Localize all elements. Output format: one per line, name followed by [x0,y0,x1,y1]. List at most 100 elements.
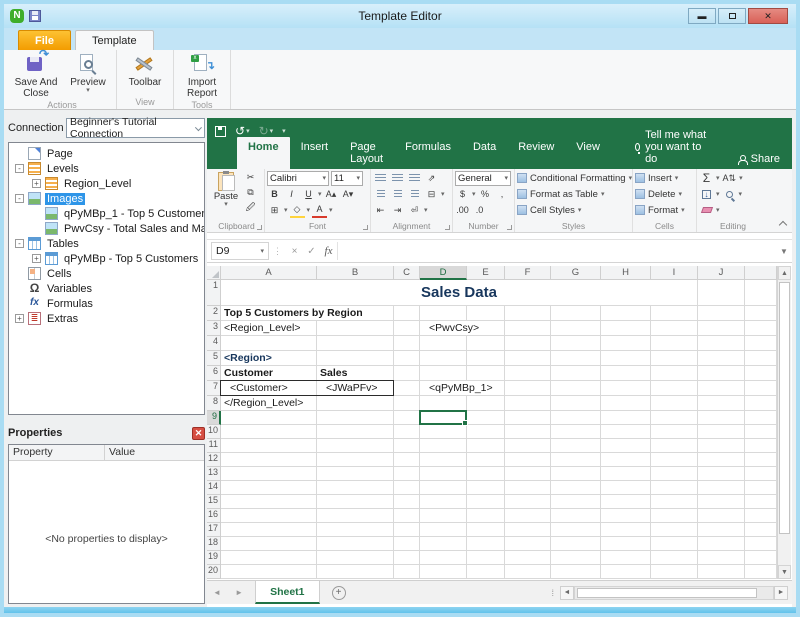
cell[interactable] [505,336,551,351]
cell[interactable] [698,481,745,495]
cell[interactable] [601,439,651,453]
excel-tab[interactable]: Formulas [394,137,462,169]
cell[interactable] [698,306,745,321]
align-left-icon[interactable] [373,187,388,202]
column-header-J[interactable]: J [698,266,745,280]
preview-dropdown-arrow[interactable]: ▾ [86,88,90,93]
cell[interactable] [551,306,601,321]
alignment-dialog-launcher[interactable] [445,225,450,230]
cell[interactable] [420,425,467,439]
cell[interactable] [551,565,601,579]
cell[interactable] [420,495,467,509]
cell[interactable] [505,495,551,509]
preview-button[interactable]: Preview ▾ [63,52,113,93]
share-button[interactable]: Share [726,149,792,169]
redo-button[interactable]: ↻ ▾ [259,124,274,138]
decrease-indent-icon[interactable]: ⇤ [373,203,388,218]
copy-icon[interactable]: ⧉ [243,185,258,200]
cell[interactable] [394,495,420,509]
cell[interactable] [745,481,777,495]
cell[interactable] [420,396,467,411]
column-header-partial[interactable] [745,266,777,280]
cell[interactable] [420,537,467,551]
cell[interactable] [745,537,777,551]
cell[interactable] [467,467,505,481]
clear-icon[interactable] [699,203,714,218]
cell[interactable] [221,481,317,495]
comma-style-icon[interactable]: , [495,187,510,202]
cell[interactable] [394,381,420,396]
cell[interactable] [394,336,420,351]
cell[interactable] [420,306,467,321]
cell[interactable] [651,551,698,565]
cell[interactable] [551,425,601,439]
tell-me-box[interactable]: Tell me what you want to do [625,125,726,169]
save-and-close-button[interactable]: Save And Close [11,52,61,99]
cell[interactable] [467,523,505,537]
cell[interactable] [394,551,420,565]
cell[interactable] [698,551,745,565]
cell[interactable] [745,509,777,523]
cell[interactable] [221,336,317,351]
cell[interactable] [651,523,698,537]
cell[interactable] [745,280,777,306]
expand-icon[interactable]: + [32,254,41,263]
cell[interactable] [551,509,601,523]
format-painter-icon[interactable]: 🖉 [243,200,258,215]
cell[interactable] [601,336,651,351]
excel-tab[interactable]: Review [507,137,565,169]
cell[interactable] [745,351,777,366]
cell[interactable] [601,481,651,495]
cell[interactable] [221,439,317,453]
increase-decimal-icon[interactable]: .00 [455,203,470,218]
align-bottom-icon[interactable] [407,171,422,186]
cell[interactable] [551,495,601,509]
tree-item-extras[interactable]: +≣Extras [9,311,204,326]
cell[interactable] [394,439,420,453]
column-header-I[interactable]: I [651,266,698,280]
cell[interactable] [505,481,551,495]
cell[interactable] [698,351,745,366]
italic-button[interactable]: I [284,187,299,202]
cell[interactable] [394,481,420,495]
cell-D3[interactable]: <PwvCsy> [420,321,505,336]
cell[interactable] [698,321,745,336]
cell[interactable] [317,411,394,425]
cell[interactable] [317,537,394,551]
cell[interactable] [317,551,394,565]
formula-bar-splitter[interactable]: ⋮ [269,246,286,257]
cell[interactable] [651,411,698,425]
cell[interactable] [745,336,777,351]
orientation-icon[interactable]: ⇗ [424,171,439,186]
cell[interactable] [745,411,777,425]
scroll-up-icon[interactable]: ▲ [778,266,791,280]
cell-A2[interactable]: Top 5 Customers by Region [221,306,394,321]
cell[interactable] [651,381,698,396]
cell[interactable] [505,537,551,551]
cell[interactable] [651,366,698,381]
sheet-tab-sheet1[interactable]: Sheet1 [255,581,319,604]
cell[interactable] [601,453,651,467]
cell[interactable] [651,495,698,509]
row-header-18[interactable]: 18 [207,537,221,551]
cell[interactable] [651,351,698,366]
cell[interactable] [467,351,505,366]
merge-center-icon[interactable]: ⊟ [424,187,439,202]
cell[interactable] [221,425,317,439]
cell[interactable] [601,321,651,336]
cell[interactable] [601,351,651,366]
cell[interactable] [745,551,777,565]
insert-cells-button[interactable]: Insert▾ [635,170,694,186]
cell[interactable] [394,467,420,481]
delete-cells-button[interactable]: Delete▾ [635,186,694,202]
cell[interactable] [317,439,394,453]
tree-item-variables[interactable]: ΩVariables [9,281,204,296]
cell-A8[interactable]: </Region_Level> [221,396,317,411]
sort-filter-icon[interactable]: A⇅ [722,171,738,186]
excel-save-icon[interactable] [215,126,226,137]
cell[interactable] [420,565,467,579]
expand-formula-bar-icon[interactable]: ▼ [776,247,792,256]
cell[interactable] [505,381,551,396]
cell[interactable] [651,481,698,495]
increase-indent-icon[interactable]: ⇥ [390,203,405,218]
